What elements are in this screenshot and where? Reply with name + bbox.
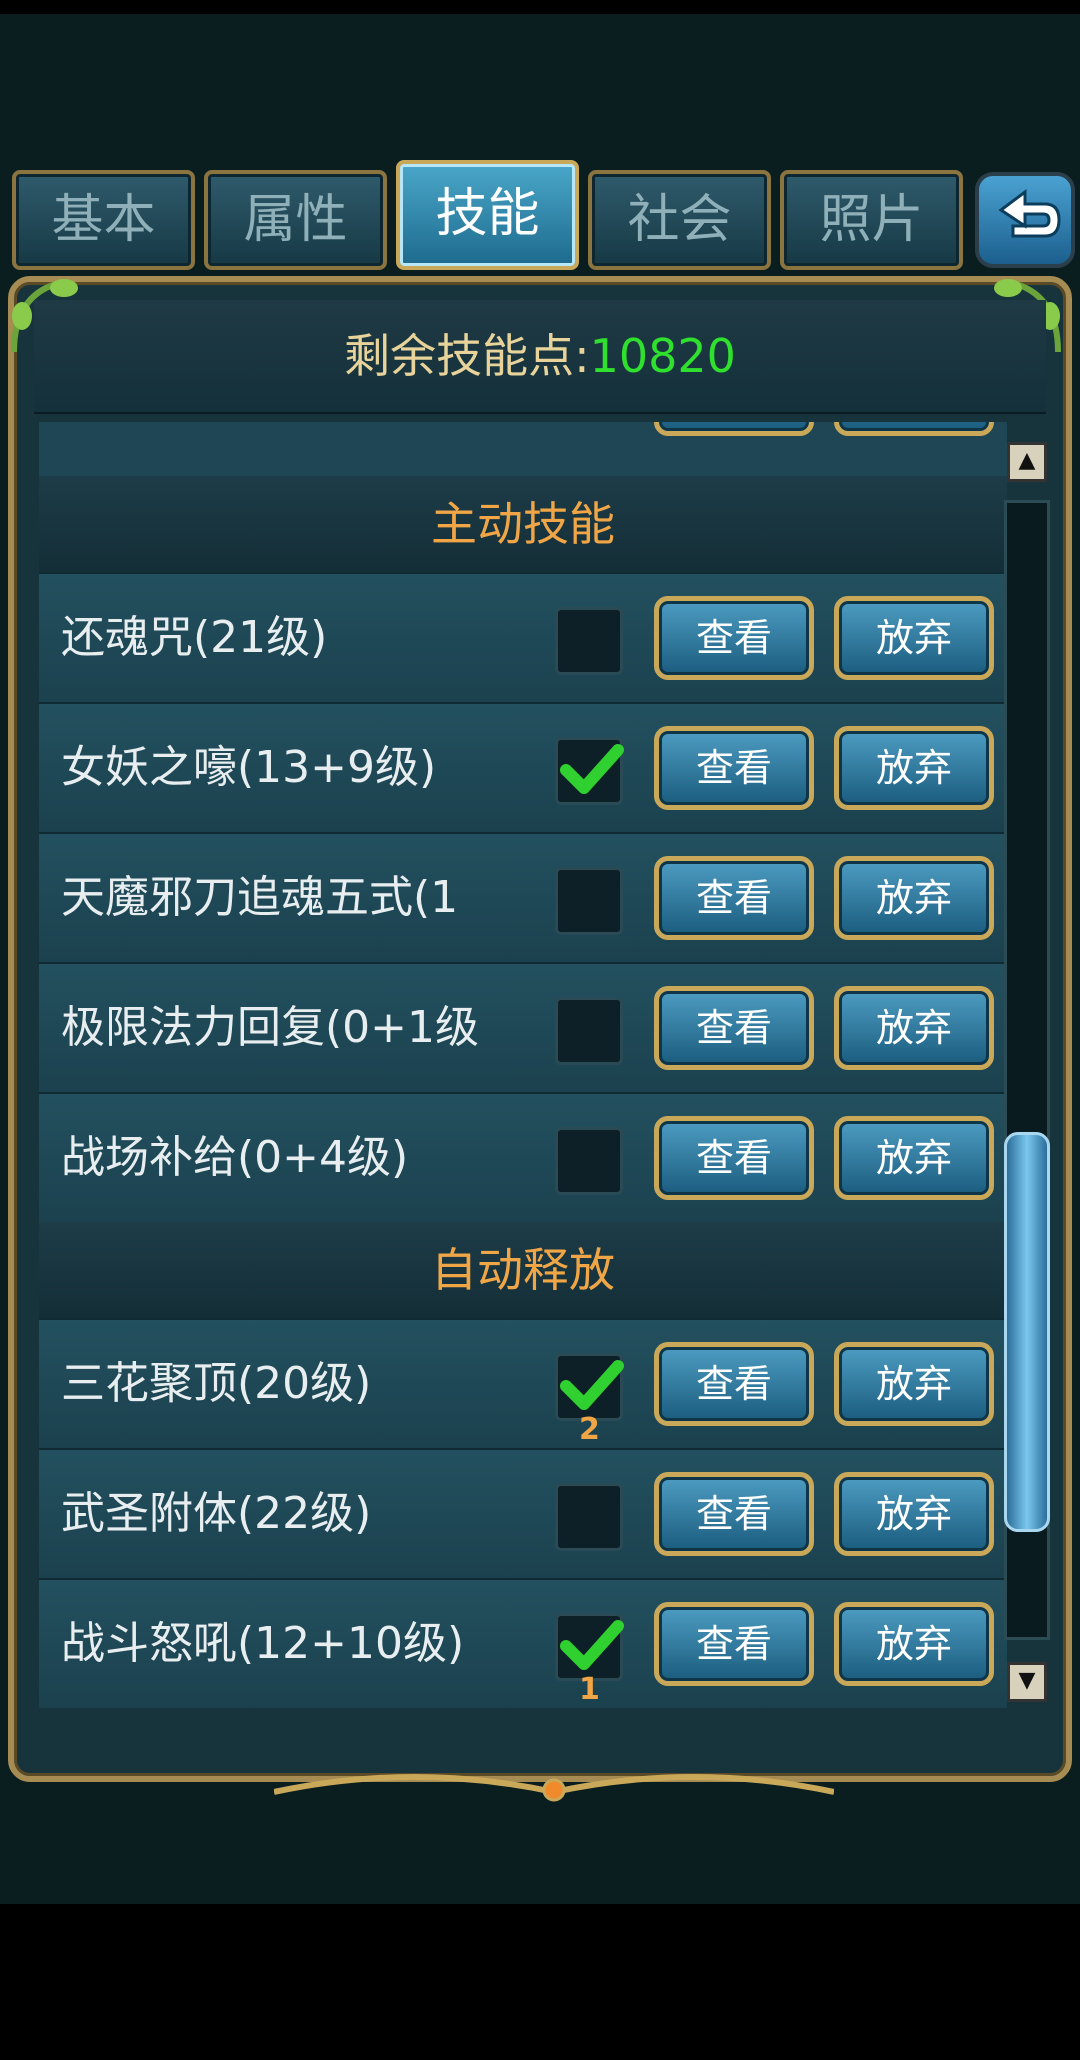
skill-points-header: 剩余技能点:10820: [34, 300, 1046, 414]
skill-name: 武圣附体(22级): [61, 1488, 372, 1539]
skill-name: 女妖之嚎(13+9级): [61, 742, 437, 793]
skill-name: 还魂咒(21级): [61, 612, 328, 663]
checkmark-icon: [560, 1360, 624, 1410]
skill-row: 武圣附体(22级) 查看 放弃: [39, 1448, 1007, 1578]
view-button[interactable]: 查看: [654, 856, 814, 940]
skill-name: 战斗怒吼(12+10级): [61, 1618, 465, 1669]
back-button[interactable]: [975, 172, 1075, 268]
skill-name: 战场补给(0+4级): [61, 1132, 409, 1183]
section-header-active-skills: 主动技能: [39, 476, 1007, 572]
checkmark-icon: [560, 1620, 624, 1670]
skills-panel: 剩余技能点:10820 查看 放弃 主动技能 还魂咒(21级) 查看 放弃 女妖…: [8, 276, 1072, 1802]
view-button[interactable]: 查看: [654, 1116, 814, 1200]
skill-row: 天魔邪刀追魂五式(1 查看 放弃: [39, 832, 1007, 962]
skill-checkbox[interactable]: [555, 1613, 624, 1681]
view-button[interactable]: 查看: [654, 422, 814, 436]
drop-button[interactable]: 放弃: [834, 1116, 994, 1200]
view-button[interactable]: 查看: [654, 1472, 814, 1556]
priority-badge: 1: [579, 1672, 600, 1707]
skill-list: 查看 放弃 主动技能 还魂咒(21级) 查看 放弃 女妖之嚎(13+9级) 查看…: [39, 422, 1007, 1722]
tab-bar: 基本 属性 技能 社会 照片: [0, 160, 1080, 274]
skill-name: 天魔邪刀追魂五式(1: [61, 872, 459, 923]
tab-skills[interactable]: 技能: [396, 160, 579, 270]
tab-social[interactable]: 社会: [588, 170, 771, 270]
drop-button[interactable]: 放弃: [834, 1342, 994, 1426]
drop-button[interactable]: 放弃: [834, 986, 994, 1070]
skill-checkbox[interactable]: [555, 1127, 623, 1195]
gold-ornament-icon: [274, 1774, 834, 1802]
tab-basic[interactable]: 基本: [12, 170, 195, 270]
skill-checkbox[interactable]: [555, 867, 623, 935]
view-button[interactable]: 查看: [654, 986, 814, 1070]
drop-button[interactable]: 放弃: [834, 422, 994, 436]
drop-button[interactable]: 放弃: [834, 856, 994, 940]
skill-checkbox[interactable]: [555, 1483, 623, 1551]
game-screen: 基本 属性 技能 社会 照片 剩余技能点:10820 主动技能 还魂咒(21级)…: [0, 14, 1080, 1904]
section-header-auto-release: 自动释放: [39, 1222, 1007, 1318]
skill-points-label: 剩余技能点:: [344, 329, 590, 383]
skill-name: 三花聚顶(20级): [61, 1358, 372, 1409]
scrollbar-thumb[interactable]: [1004, 1132, 1050, 1532]
skill-row: 极限法力回复(0+1级 查看 放弃: [39, 962, 1007, 1092]
view-button[interactable]: 查看: [654, 596, 814, 680]
skill-checkbox[interactable]: [555, 1353, 624, 1421]
drop-button[interactable]: 放弃: [834, 596, 994, 680]
tab-photos[interactable]: 照片: [780, 170, 963, 270]
skill-row: 战斗怒吼(12+10级) 1 查看 放弃: [39, 1578, 1007, 1708]
scroll-down-button[interactable]: ▼: [1007, 1662, 1047, 1702]
skill-checkbox[interactable]: [555, 997, 623, 1065]
view-button[interactable]: 查看: [654, 1602, 814, 1686]
skill-points-value: 10820: [589, 329, 736, 383]
skill-checkbox[interactable]: [555, 737, 624, 805]
skill-row: 女妖之嚎(13+9级) 查看 放弃: [39, 702, 1007, 832]
skill-row: 战场补给(0+4级) 查看 放弃: [39, 1092, 1007, 1222]
drop-button[interactable]: 放弃: [834, 1602, 994, 1686]
checkmark-icon: [560, 744, 624, 794]
skill-row: 还魂咒(21级) 查看 放弃: [39, 572, 1007, 702]
priority-badge: 2: [579, 1412, 600, 1447]
view-button[interactable]: 查看: [654, 1342, 814, 1426]
skill-row: 三花聚顶(20级) 2 查看 放弃: [39, 1318, 1007, 1448]
view-button[interactable]: 查看: [654, 726, 814, 810]
skill-name: 极限法力回复(0+1级: [61, 1002, 480, 1053]
drop-button[interactable]: 放弃: [834, 726, 994, 810]
skill-checkbox[interactable]: [555, 607, 623, 675]
tab-attributes[interactable]: 属性: [204, 170, 387, 270]
list-item-partial: 查看 放弃: [39, 422, 1007, 478]
scroll-up-button[interactable]: ▲: [1007, 442, 1047, 482]
drop-button[interactable]: 放弃: [834, 1472, 994, 1556]
return-arrow-icon: [998, 189, 1061, 238]
